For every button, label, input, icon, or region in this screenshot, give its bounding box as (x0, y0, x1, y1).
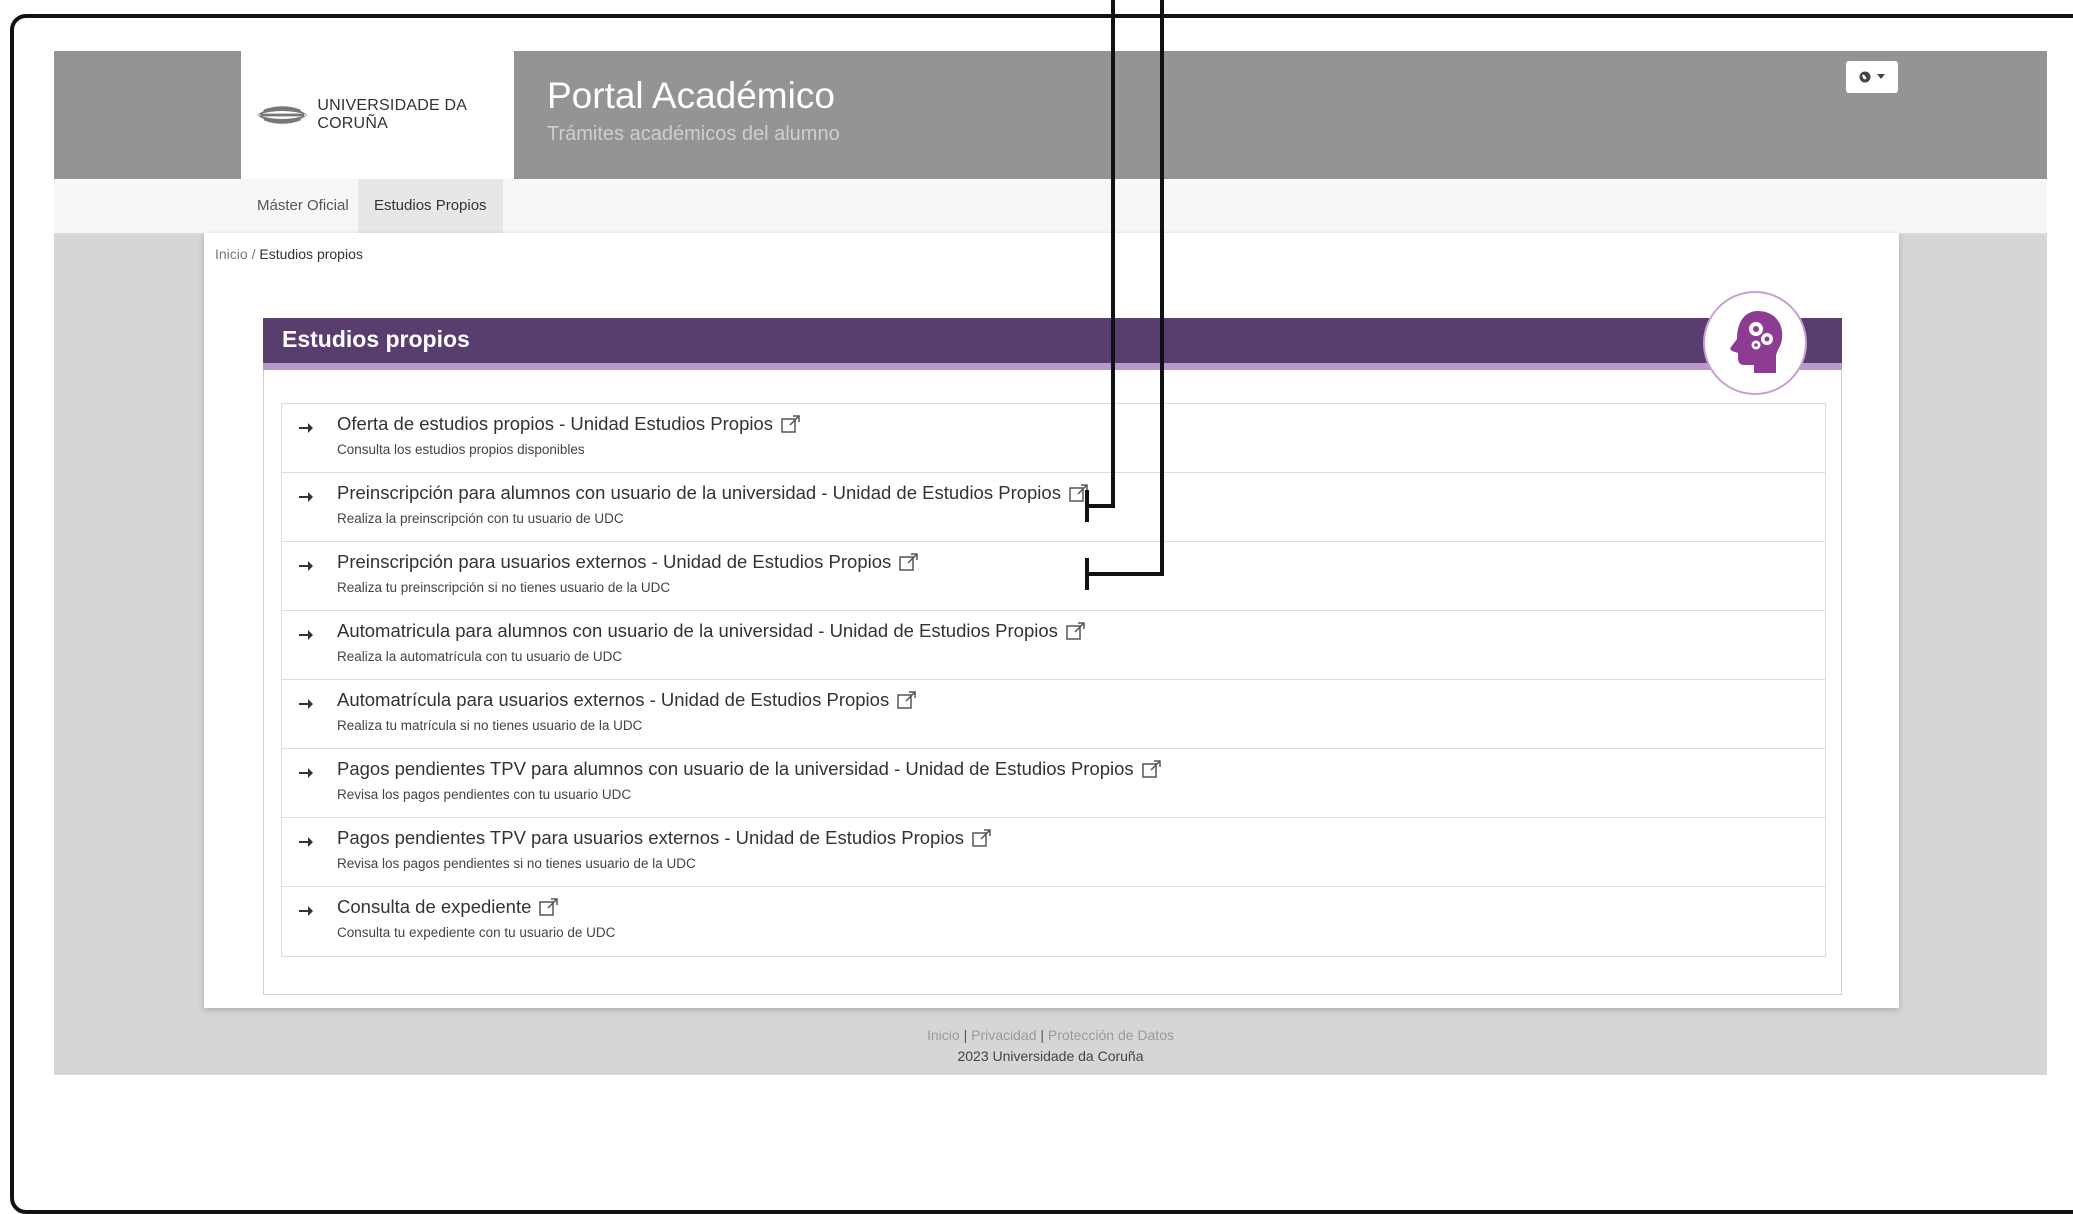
annotation-overlay (1085, 0, 1164, 590)
